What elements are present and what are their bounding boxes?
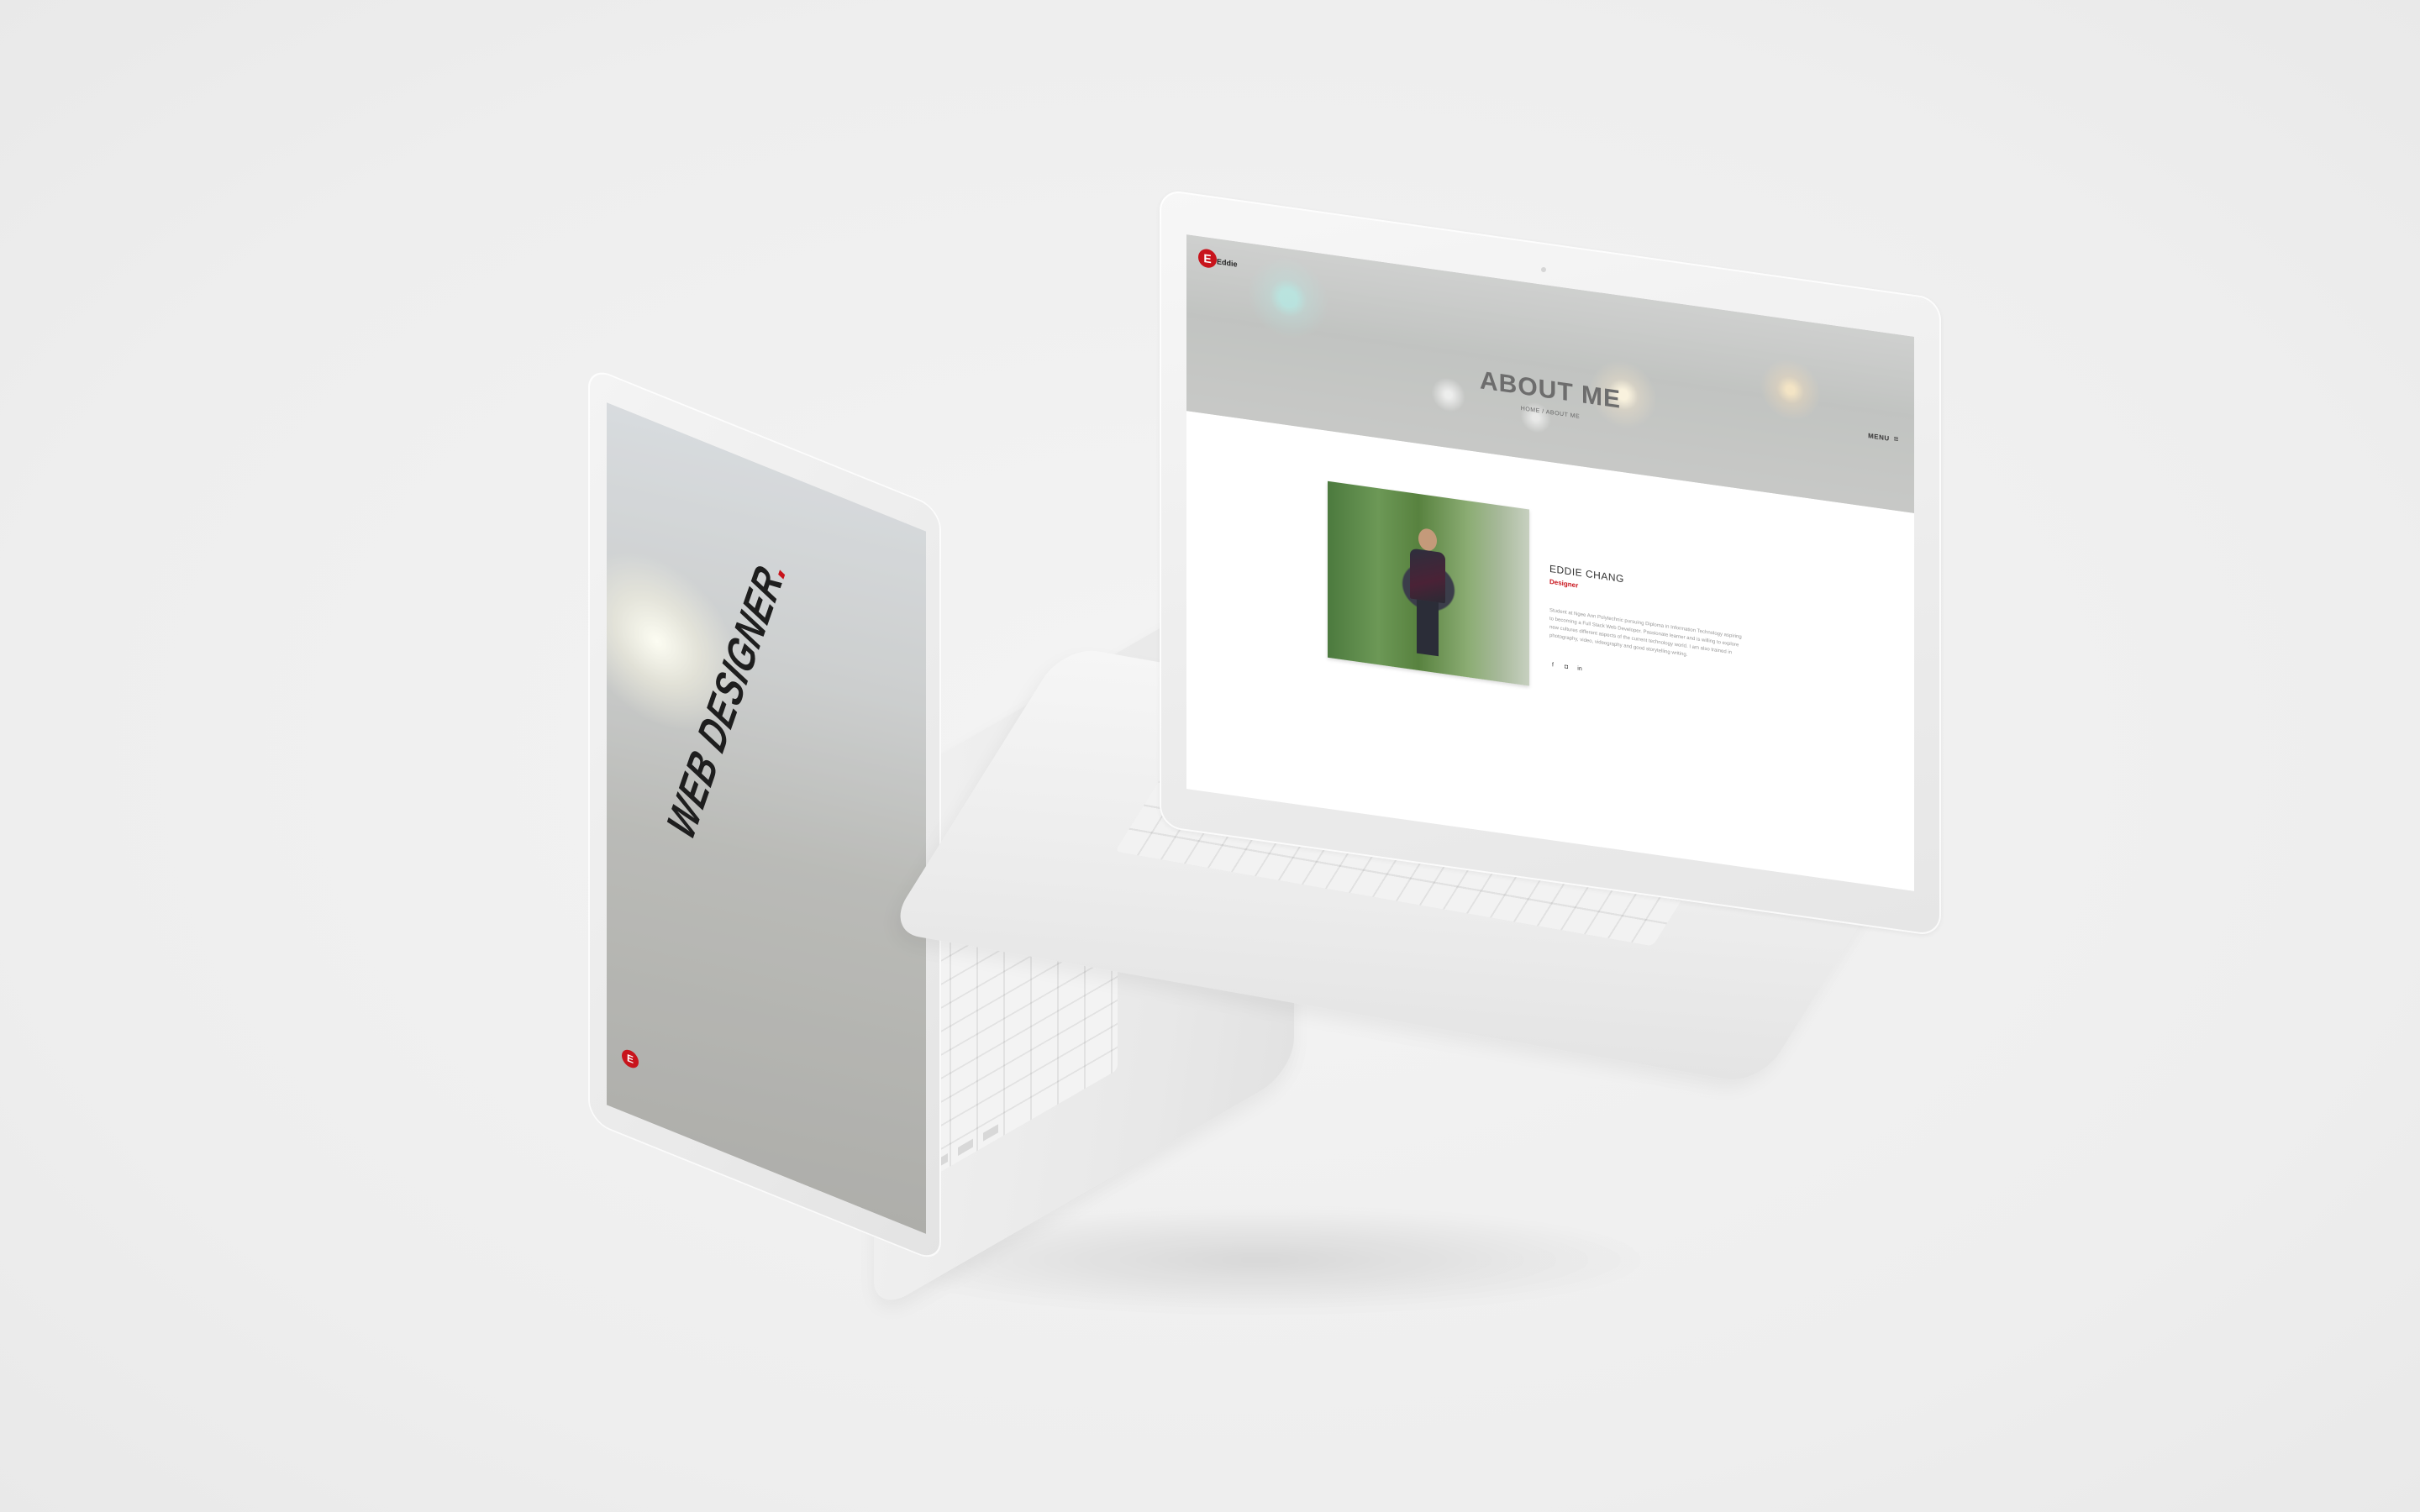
profile-bio: Student at Ngee Ann Polytechnic pursuing… (1549, 607, 1742, 658)
facebook-icon[interactable]: f (1549, 662, 1556, 669)
right-laptop: E Eddie MENU ≡ ABOUT ME HOME / ABOUT ME E… (0, 0, 2420, 1512)
person-torso (1410, 548, 1445, 604)
logo-word: Eddie (1217, 257, 1238, 269)
logo-mark: E (1198, 248, 1217, 270)
person-head (1418, 527, 1437, 553)
instagram-icon[interactable]: ◘ (1563, 664, 1570, 671)
webcam (1541, 267, 1546, 272)
person-figure (1408, 526, 1447, 657)
profile-role: Designer (1549, 577, 1579, 590)
person-legs (1417, 599, 1439, 657)
mockup-scene: WEB DESIGNER. E E Eddie MENU ≡ ABOUT ME H… (0, 0, 2420, 1512)
social-links: f ◘ in (1549, 662, 1583, 674)
right-laptop-screen: E Eddie MENU ≡ ABOUT ME HOME / ABOUT ME E… (1186, 234, 1914, 891)
linkedin-icon[interactable]: in (1576, 665, 1583, 673)
profile-photo (1328, 480, 1529, 686)
